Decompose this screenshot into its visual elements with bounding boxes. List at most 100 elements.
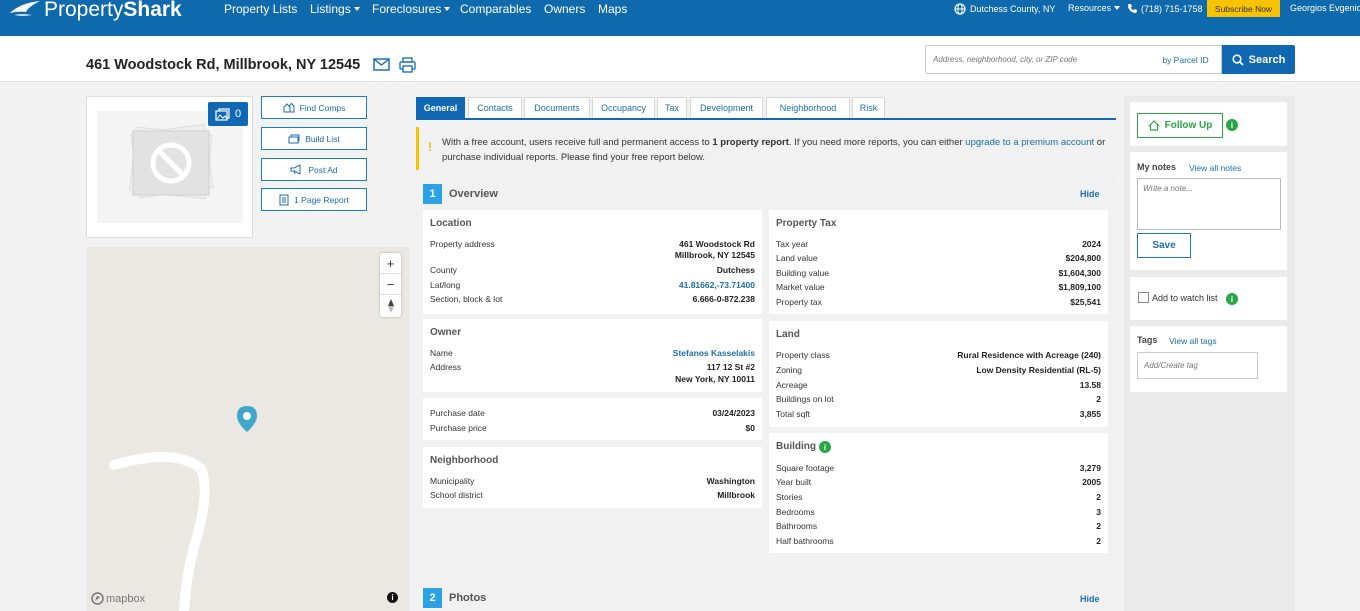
field-label: Acreage xyxy=(776,380,808,390)
find-comps-button[interactable]: Find Comps xyxy=(261,96,367,119)
field-value: Millbrook, NY 12545 xyxy=(674,250,755,260)
overview-hide-link[interactable]: Hide xyxy=(1080,189,1100,199)
watch-list-checkbox[interactable] xyxy=(1138,292,1149,303)
nav-resources[interactable]: Resources xyxy=(1068,3,1121,13)
phone-label: (718) 715-1758 xyxy=(1141,3,1203,14)
view-all-notes-link[interactable]: View all notes xyxy=(1189,163,1241,173)
tab-occupancy[interactable]: Occupancy xyxy=(592,97,655,118)
chevron-down-icon xyxy=(1114,6,1121,10)
mapbox-logo[interactable]: mapbox xyxy=(91,592,145,605)
warning-icon: ! xyxy=(428,140,432,154)
follow-up-label: Follow Up xyxy=(1164,120,1213,131)
nav-maps[interactable]: Maps xyxy=(598,2,627,16)
notice-text-2: . If you need more reports, you can eith… xyxy=(788,137,966,148)
location-label: Dutchess County, NY xyxy=(970,4,1056,14)
field-label: Section, block & lot xyxy=(430,294,503,304)
field-value: Washington xyxy=(706,476,755,486)
tab-tax[interactable]: Tax xyxy=(657,97,687,118)
print-icon[interactable] xyxy=(399,57,416,73)
nav-property-lists[interactable]: Property Lists xyxy=(224,2,297,16)
info-icon[interactable]: i xyxy=(819,441,831,453)
post-ad-label: Post Ad xyxy=(308,164,338,175)
photos-hide-link[interactable]: Hide xyxy=(1080,594,1100,604)
map-info-icon[interactable]: i xyxy=(387,592,398,603)
field-value: 3,855 xyxy=(1079,409,1101,419)
field-value: 2 xyxy=(1096,521,1101,531)
card-title: Property Tax xyxy=(776,218,837,229)
mapbox-attribution: mapbox xyxy=(106,592,146,605)
overview-header[interactable]: 1 Overview xyxy=(423,183,498,205)
field-label: Buildings on lot xyxy=(776,394,834,404)
search-button[interactable]: Search xyxy=(1222,45,1295,74)
field-label: Bathrooms xyxy=(776,521,818,531)
tab-general[interactable]: General xyxy=(416,97,465,118)
tab-risk[interactable]: Risk xyxy=(852,97,885,118)
post-ad-button[interactable]: Post Ad xyxy=(261,158,367,181)
photos-header[interactable]: 2 Photos xyxy=(423,587,486,609)
field-label: Zoning xyxy=(776,365,802,375)
subscribe-button[interactable]: Subscribe Now xyxy=(1207,0,1280,17)
zoom-out-button[interactable]: − xyxy=(380,274,401,295)
compass-button[interactable] xyxy=(380,295,401,316)
info-icon[interactable]: i xyxy=(1226,119,1238,131)
owner-name-link[interactable]: Stefanos Kasselakis xyxy=(673,347,755,359)
property-map[interactable] xyxy=(86,247,410,611)
email-icon[interactable] xyxy=(373,58,390,71)
info-icon[interactable]: i xyxy=(1226,293,1238,305)
follow-up-button[interactable]: Follow Up xyxy=(1137,113,1223,138)
field-value: 2 xyxy=(1096,394,1101,404)
address-search-input[interactable] xyxy=(925,45,1151,74)
note-textarea[interactable] xyxy=(1137,178,1281,230)
watch-list-label: Add to watch list xyxy=(1152,292,1218,303)
building-card: Building i Square footage 3,279 Year bui… xyxy=(769,433,1108,553)
document-icon xyxy=(279,194,289,205)
field-label: Year built xyxy=(776,477,812,487)
build-list-label: Build List xyxy=(305,133,340,144)
no-image-icon xyxy=(129,123,214,200)
map-pin-icon xyxy=(237,406,257,432)
zoom-in-button[interactable]: + xyxy=(380,253,401,274)
field-label: Property address xyxy=(430,239,495,249)
save-note-button[interactable]: Save xyxy=(1137,233,1191,258)
section-number: 1 xyxy=(423,184,442,204)
address-bar: 461 Woodstock Rd, Millbrook, NY 12545 by… xyxy=(0,36,1360,82)
view-all-tags-link[interactable]: View all tags xyxy=(1169,336,1217,346)
field-label: County xyxy=(430,265,457,275)
shark-logo-icon xyxy=(10,1,40,16)
user-menu[interactable]: Georgios Evgenidis xyxy=(1290,3,1360,13)
field-value: 6.666-0-872.238 xyxy=(692,294,755,304)
tag-input[interactable] xyxy=(1137,352,1258,379)
field-value: 2024 xyxy=(1082,239,1101,249)
watch-list-toggle[interactable]: Add to watch list xyxy=(1138,292,1218,303)
tab-contacts[interactable]: Contacts xyxy=(468,97,522,118)
tab-documents[interactable]: Documents xyxy=(524,97,590,118)
megaphone-icon xyxy=(290,164,301,175)
brand-logo[interactable]: Property Shark xyxy=(8,0,182,23)
build-list-button[interactable]: Build List xyxy=(261,127,367,150)
nav-comparables[interactable]: Comparables xyxy=(460,2,531,16)
nav-owners[interactable]: Owners xyxy=(544,2,585,16)
field-value: $204,800 xyxy=(1065,253,1101,263)
card-title: Owner xyxy=(430,327,462,338)
field-value: 03/24/2023 xyxy=(712,408,755,418)
tab-development[interactable]: Development xyxy=(690,97,763,118)
latlong-link[interactable]: 41.81662,-73.71400 xyxy=(679,279,755,291)
photo-count-button[interactable]: 0 xyxy=(208,102,248,126)
field-value: 3 xyxy=(1096,507,1101,517)
parcel-id-toggle[interactable]: by Parcel ID xyxy=(1150,45,1222,74)
phone-number[interactable]: (718) 715-1758 xyxy=(1127,3,1203,14)
field-label: Name xyxy=(430,348,453,358)
find-comps-label: Find Comps xyxy=(299,102,346,113)
location-selector[interactable]: Dutchess County, NY xyxy=(954,3,1055,15)
photo-placeholder xyxy=(97,111,243,223)
field-value: 3,279 xyxy=(1079,463,1101,473)
upgrade-link[interactable]: upgrade to a premium account xyxy=(965,137,1094,148)
nav-listings[interactable]: Listings xyxy=(310,2,360,16)
land-card: Land Property class Rural Residence with… xyxy=(769,321,1108,427)
field-value: 13.58 xyxy=(1079,380,1101,390)
field-value: $25,541 xyxy=(1070,297,1101,307)
nav-foreclosures[interactable]: Foreclosures xyxy=(372,2,451,16)
tab-neighborhood[interactable]: Neighborhood xyxy=(766,97,850,118)
field-label: Square footage xyxy=(776,463,835,473)
one-page-report-button[interactable]: 1 Page Report xyxy=(261,188,367,211)
